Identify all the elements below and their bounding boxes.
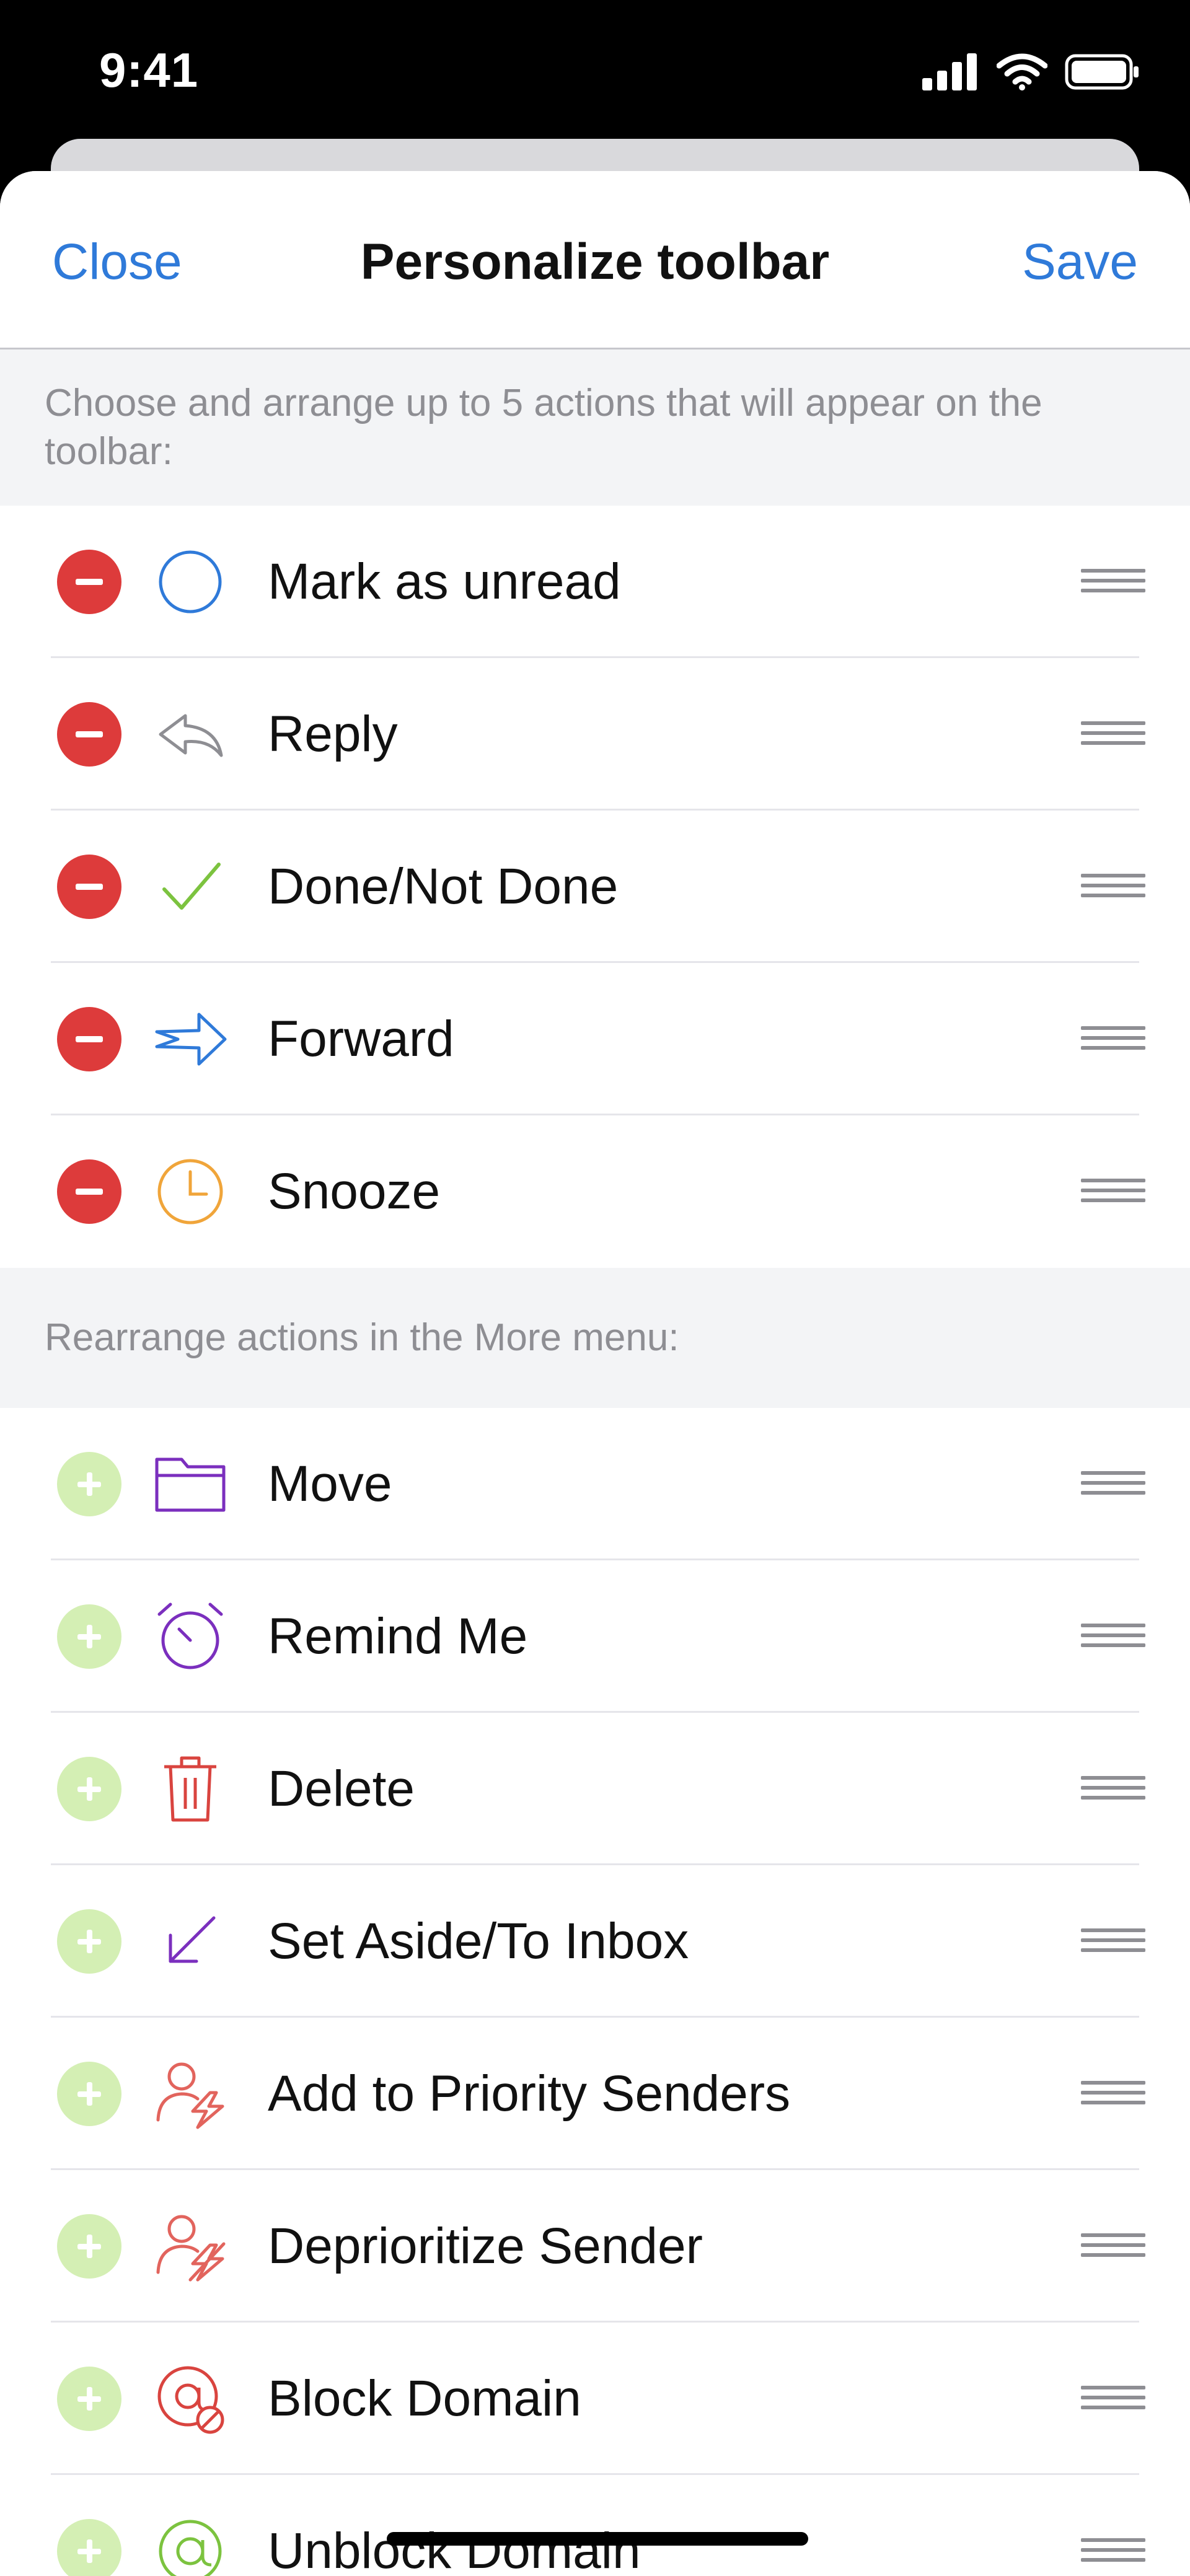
remove-button[interactable]: [57, 702, 121, 767]
remove-button[interactable]: [57, 1007, 121, 1071]
action-label: Forward: [268, 1011, 454, 1067]
action-label: Delete: [268, 1761, 415, 1817]
list-item[interactable]: Snooze: [0, 1115, 1190, 1268]
action-label: Unblock Domain: [268, 2523, 641, 2576]
drag-handle[interactable]: [1081, 1026, 1145, 1053]
battery-icon: [1065, 54, 1139, 90]
more-actions-list: Move Remind Me Delete Set Aside/To Inbox…: [0, 1408, 1190, 2576]
add-button[interactable]: [57, 2367, 121, 2431]
drag-handle[interactable]: [1081, 874, 1145, 901]
forward-icon: [151, 1003, 229, 1075]
list-item[interactable]: Deprioritize Sender: [0, 2170, 1190, 2323]
add-button[interactable]: [57, 1757, 121, 1821]
reply-icon: [151, 698, 229, 770]
action-label: Block Domain: [268, 2370, 581, 2427]
action-label: Add to Priority Senders: [268, 2065, 791, 2122]
action-label: Snooze: [268, 1163, 441, 1220]
screen: 9:41 Close Personalize toolbar Save Choo…: [0, 0, 1190, 2576]
save-button[interactable]: Save: [1022, 233, 1138, 291]
drag-handle[interactable]: [1081, 1928, 1145, 1956]
arrow-down-left-icon: [151, 1906, 229, 1977]
trash-icon: [151, 1753, 229, 1825]
list-item[interactable]: Done/Not Done: [0, 811, 1190, 963]
drag-handle[interactable]: [1081, 1471, 1145, 1498]
personalize-toolbar-sheet: Close Personalize toolbar Save Choose an…: [0, 171, 1190, 2576]
remove-button[interactable]: [57, 1159, 121, 1224]
drag-handle[interactable]: [1081, 2081, 1145, 2108]
folder-icon: [151, 1448, 229, 1520]
page-title: Personalize toolbar: [360, 234, 830, 290]
action-label: Mark as unread: [268, 553, 621, 610]
clock-icon: [151, 1156, 229, 1228]
home-indicator: [387, 2532, 808, 2546]
remove-button[interactable]: [57, 550, 121, 614]
add-button[interactable]: [57, 1909, 121, 1974]
toolbar-section-header: Choose and arrange up to 5 actions that …: [0, 349, 1190, 506]
drag-handle[interactable]: [1081, 1624, 1145, 1651]
navigation-bar: Close Personalize toolbar Save: [0, 171, 1190, 349]
add-button[interactable]: [57, 1452, 121, 1516]
list-item[interactable]: Remind Me: [0, 1560, 1190, 1713]
circle-icon: [151, 546, 229, 618]
action-label: Set Aside/To Inbox: [268, 1913, 689, 1969]
list-item[interactable]: Reply: [0, 658, 1190, 811]
drag-handle[interactable]: [1081, 1179, 1145, 1206]
drag-handle[interactable]: [1081, 2386, 1145, 2413]
list-item[interactable]: Block Domain: [0, 2323, 1190, 2475]
action-label: Move: [268, 1456, 392, 1512]
action-label: Remind Me: [268, 1608, 528, 1664]
drag-handle[interactable]: [1081, 569, 1145, 596]
drag-handle[interactable]: [1081, 1776, 1145, 1803]
status-time: 9:41: [99, 43, 199, 97]
list-item[interactable]: Add to Priority Senders: [0, 2018, 1190, 2170]
list-item[interactable]: Move: [0, 1408, 1190, 1560]
deprioritize-sender-icon: [151, 2210, 229, 2282]
more-menu-section-header: Rearrange actions in the More menu:: [0, 1268, 1190, 1408]
list-item[interactable]: Set Aside/To Inbox: [0, 1865, 1190, 2018]
add-button[interactable]: [57, 1604, 121, 1669]
wifi-icon: [997, 53, 1047, 90]
add-button[interactable]: [57, 2214, 121, 2279]
list-item[interactable]: Delete: [0, 1713, 1190, 1865]
drag-handle[interactable]: [1081, 721, 1145, 749]
drag-handle[interactable]: [1081, 2538, 1145, 2565]
at-icon: [151, 2515, 229, 2576]
checkmark-icon: [151, 851, 229, 923]
block-domain-icon: [151, 2363, 229, 2435]
toolbar-actions-list: Mark as unread Reply Done/Not Done Forwa…: [0, 506, 1190, 1268]
action-label: Deprioritize Sender: [268, 2218, 703, 2274]
list-item[interactable]: Forward: [0, 963, 1190, 1115]
alarm-icon: [151, 1601, 229, 1673]
action-label: Done/Not Done: [268, 858, 619, 915]
status-icons: [922, 53, 1140, 90]
remove-button[interactable]: [57, 855, 121, 919]
add-button[interactable]: [57, 2062, 121, 2126]
action-label: Reply: [268, 706, 398, 762]
list-item[interactable]: Unblock Domain: [0, 2475, 1190, 2576]
status-bar: 9:41: [0, 0, 1190, 143]
drag-handle[interactable]: [1081, 2233, 1145, 2261]
priority-sender-icon: [151, 2058, 229, 2130]
list-item[interactable]: Mark as unread: [0, 506, 1190, 658]
cellular-signal-icon: [922, 53, 977, 90]
add-button[interactable]: [57, 2519, 121, 2576]
